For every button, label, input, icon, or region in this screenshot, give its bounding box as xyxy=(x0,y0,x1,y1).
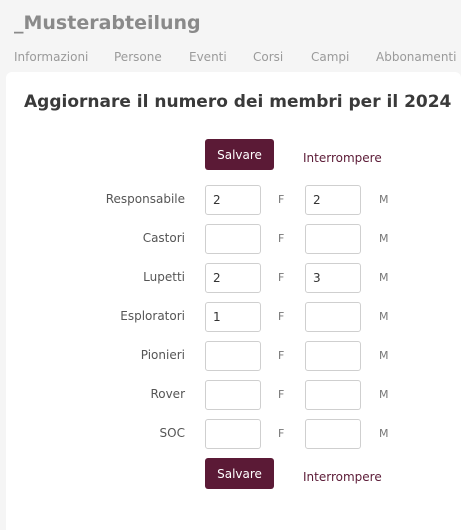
female-count-input[interactable] xyxy=(205,341,261,371)
update-members-modal: Aggiornare il numero dei membri per il 2… xyxy=(6,72,461,530)
row-label: Pionieri xyxy=(140,348,185,362)
row-label: Esploratori xyxy=(120,309,185,323)
male-count-input[interactable] xyxy=(305,224,361,254)
male-count-input[interactable] xyxy=(305,380,361,410)
female-unit-label: F xyxy=(278,349,285,362)
modal-title: Aggiornare il numero dei membri per il 2… xyxy=(24,92,452,112)
member-row-pionieri: Pionieri F M xyxy=(6,341,461,371)
male-unit-label: M xyxy=(379,193,389,206)
member-row-castori: Castori F M xyxy=(6,224,461,254)
nav-tab-abbonamenti[interactable]: Abbonamenti xyxy=(376,50,456,64)
female-count-input[interactable] xyxy=(205,224,261,254)
female-unit-label: F xyxy=(278,193,285,206)
male-unit-label: M xyxy=(379,271,389,284)
male-count-input[interactable] xyxy=(305,185,361,215)
member-row-esploratori: Esploratori F M xyxy=(6,302,461,332)
female-unit-label: F xyxy=(278,388,285,401)
male-unit-label: M xyxy=(379,232,389,245)
row-label: Responsabile xyxy=(105,192,185,206)
member-row-soc: SOC F M xyxy=(6,419,461,449)
member-row-rover: Rover F M xyxy=(6,380,461,410)
group-title: _Musterabteilung xyxy=(14,12,201,34)
female-count-input[interactable] xyxy=(205,263,261,293)
cancel-link-top[interactable]: Interrompere xyxy=(303,151,382,165)
male-unit-label: M xyxy=(379,388,389,401)
member-row-responsabile: Responsabile F M xyxy=(6,185,461,215)
female-count-input[interactable] xyxy=(205,380,261,410)
female-count-input[interactable] xyxy=(205,185,261,215)
male-unit-label: M xyxy=(379,310,389,323)
female-unit-label: F xyxy=(278,271,285,284)
nav-tab-campi[interactable]: Campi xyxy=(311,50,349,64)
male-count-input[interactable] xyxy=(305,302,361,332)
female-unit-label: F xyxy=(278,232,285,245)
male-unit-label: M xyxy=(379,427,389,440)
save-button-top[interactable]: Salvare xyxy=(205,139,274,170)
male-count-input[interactable] xyxy=(305,263,361,293)
cancel-link-bottom[interactable]: Interrompere xyxy=(303,470,382,484)
nav-tab-informazioni[interactable]: Informazioni xyxy=(14,50,88,64)
row-label: SOC xyxy=(159,426,185,440)
female-count-input[interactable] xyxy=(205,419,261,449)
female-unit-label: F xyxy=(278,427,285,440)
row-label: Castori xyxy=(142,231,185,245)
member-row-lupetti: Lupetti F M xyxy=(6,263,461,293)
nav-tab-corsi[interactable]: Corsi xyxy=(253,50,283,64)
male-count-input[interactable] xyxy=(305,341,361,371)
save-button-bottom[interactable]: Salvare xyxy=(205,458,274,489)
group-nav: Informazioni Persone Eventi Corsi Campi … xyxy=(14,50,456,68)
female-unit-label: F xyxy=(278,310,285,323)
nav-tab-persone[interactable]: Persone xyxy=(114,50,162,64)
female-count-input[interactable] xyxy=(205,302,261,332)
row-label: Lupetti xyxy=(143,270,185,284)
male-unit-label: M xyxy=(379,349,389,362)
nav-tab-eventi[interactable]: Eventi xyxy=(189,50,227,64)
male-count-input[interactable] xyxy=(305,419,361,449)
row-label: Rover xyxy=(150,387,185,401)
